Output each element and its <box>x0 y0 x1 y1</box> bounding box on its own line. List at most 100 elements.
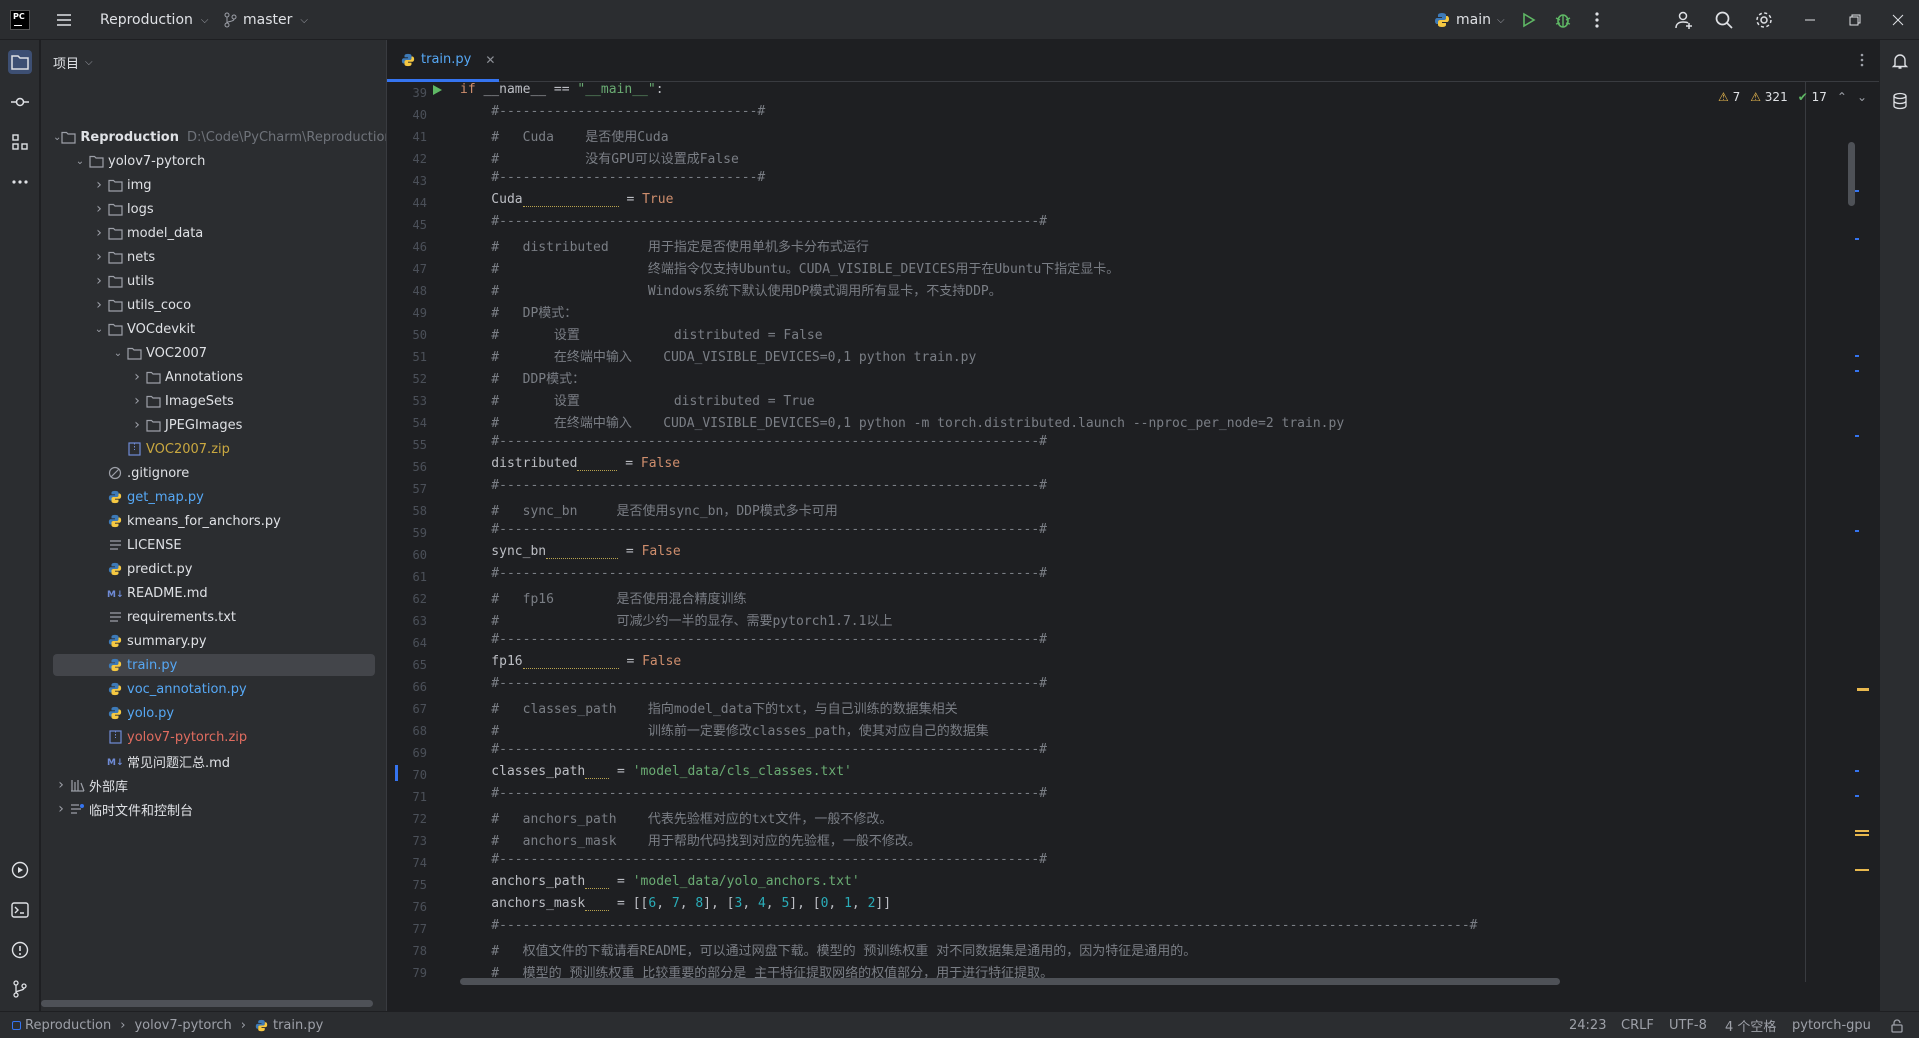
chevron-right-icon[interactable]: › <box>129 393 145 409</box>
tree-item-nets[interactable]: › nets <box>53 246 375 268</box>
main-menu-icon[interactable] <box>54 10 74 30</box>
error-stripe-mark[interactable] <box>1855 190 1859 192</box>
run-icon[interactable] <box>1518 10 1538 30</box>
database-icon[interactable] <box>1891 92 1909 110</box>
chevron-right-icon[interactable]: › <box>91 273 107 289</box>
chevron-right-icon[interactable]: › <box>91 201 107 217</box>
chevron-down-icon[interactable]: ⌄ <box>1857 90 1867 104</box>
project-switcher[interactable]: Reproduction ⌵ <box>100 0 208 40</box>
error-stripe-mark[interactable] <box>1855 530 1859 532</box>
commit-tool-button[interactable] <box>8 90 32 114</box>
editor-vertical-scrollbar[interactable] <box>1848 142 1855 206</box>
breadcrumb-folder[interactable]: yolov7-pytorch <box>134 1018 231 1033</box>
chevron-right-icon[interactable]: › <box>91 225 107 241</box>
tree-item-predict-py[interactable]: predict.py <box>53 558 375 580</box>
tree-item-kmeans-py[interactable]: kmeans_for_anchors.py <box>53 510 375 532</box>
app-logo[interactable]: PC <box>10 10 30 30</box>
error-stripe-mark[interactable] <box>1855 355 1859 357</box>
tree-item-external-libraries[interactable]: › 外部库 <box>53 774 375 796</box>
tree-item-readme[interactable]: M↓ README.md <box>53 582 375 604</box>
code-area[interactable]: if __name__ == "__main__": #------------… <box>460 82 1860 982</box>
tree-item-imagesets[interactable]: › ImageSets <box>53 390 375 412</box>
more-actions-icon[interactable] <box>1587 10 1607 30</box>
project-tree-scrollbar[interactable] <box>41 1000 373 1007</box>
editor-horizontal-scrollbar[interactable] <box>460 978 1560 985</box>
chevron-right-icon[interactable]: › <box>53 801 69 817</box>
inspection-widget[interactable]: ⚠ 7 ⚠ 321 ✔ 17 ⌃ ⌄ <box>1718 90 1867 104</box>
tab-train-py[interactable]: train.py ✕ <box>387 40 499 82</box>
git-tool-button[interactable] <box>8 977 32 1001</box>
close-icon[interactable] <box>1888 10 1908 30</box>
tree-item-summary-py[interactable]: summary.py <box>53 630 375 652</box>
chevron-right-icon[interactable]: › <box>53 777 69 793</box>
tab-close-icon[interactable]: ✕ <box>485 53 495 67</box>
breadcrumb-project[interactable]: Reproduction <box>25 1018 111 1033</box>
structure-tool-button[interactable] <box>8 130 32 154</box>
restore-icon[interactable] <box>1845 10 1865 30</box>
branch-switcher[interactable]: master ⌵ <box>223 0 308 40</box>
tree-item-yolov7-pytorch[interactable]: ⌄ yolov7-pytorch <box>53 150 375 172</box>
tab-more-icon[interactable] <box>1854 52 1870 68</box>
chevron-right-icon[interactable]: › <box>129 417 145 433</box>
tree-item-annotations[interactable]: › Annotations <box>53 366 375 388</box>
search-icon[interactable] <box>1714 10 1734 30</box>
tree-item-requirements[interactable]: requirements.txt <box>53 606 375 628</box>
error-stripe-mark[interactable] <box>1855 435 1859 437</box>
chevron-right-icon[interactable]: › <box>91 177 107 193</box>
notifications-bell-icon[interactable] <box>1891 52 1909 70</box>
tree-item-vocdevkit[interactable]: ⌄ VOCdevkit <box>53 318 375 340</box>
caret-position[interactable]: 24:23 <box>1569 1012 1606 1038</box>
tree-item-voc2007-zip[interactable]: VOC2007.zip <box>53 438 375 460</box>
chevron-right-icon[interactable]: › <box>91 249 107 265</box>
run-config-selector[interactable]: main ⌵ <box>1434 0 1505 40</box>
project-panel-header[interactable]: 项目 ⌵ <box>53 53 93 72</box>
minimize-icon[interactable] <box>1800 10 1820 30</box>
line-separator[interactable]: CRLF <box>1621 1012 1654 1038</box>
tree-item-model-data[interactable]: › model_data <box>53 222 375 244</box>
tree-item-scratches[interactable]: › 临时文件和控制台 <box>53 798 375 820</box>
settings-gear-icon[interactable] <box>1754 10 1774 30</box>
chevron-right-icon[interactable]: › <box>129 369 145 385</box>
chevron-right-icon[interactable]: › <box>91 297 107 313</box>
warning-stripe-mark[interactable] <box>1855 830 1869 832</box>
tree-item-logs[interactable]: › logs <box>53 198 375 220</box>
error-stripe-mark[interactable] <box>1855 238 1859 240</box>
indent-setting[interactable]: 4 个空格 <box>1725 1012 1776 1038</box>
error-stripe-mark[interactable] <box>1855 795 1859 797</box>
tree-item-faq-md[interactable]: M↓ 常见问题汇总.md <box>53 750 375 772</box>
run-gutter-icon[interactable] <box>433 85 442 95</box>
error-stripe-mark[interactable] <box>1855 370 1859 372</box>
project-tool-button[interactable] <box>8 50 32 74</box>
line-number-gutter[interactable]: 39 40 41 42 43 44 45 46 47 48 49 50 51 52 53 54 55 56 57 58… <box>387 82 445 982</box>
lock-icon[interactable] <box>1890 1019 1904 1033</box>
chevron-down-icon[interactable]: ⌄ <box>91 321 107 337</box>
tree-item-jpegimages[interactable]: › JPEGImages <box>53 414 375 436</box>
add-user-icon[interactable] <box>1674 10 1694 30</box>
tree-item-voc-annotation-py[interactable]: voc_annotation.py <box>53 678 375 700</box>
debug-icon[interactable] <box>1553 10 1573 30</box>
tree-item-img[interactable]: › img <box>53 174 375 196</box>
file-encoding[interactable]: UTF-8 <box>1669 1012 1707 1038</box>
chevron-up-icon[interactable]: ⌃ <box>1837 90 1847 104</box>
tree-item-voc2007[interactable]: ⌄ VOC2007 <box>53 342 375 364</box>
warning-stripe-mark[interactable] <box>1857 688 1869 691</box>
python-interpreter[interactable]: pytorch-gpu <box>1792 1012 1871 1038</box>
warning-stripe-mark[interactable] <box>1855 834 1869 836</box>
vcs-change-marker[interactable] <box>395 765 398 781</box>
tree-item-utils[interactable]: › utils <box>53 270 375 292</box>
tree-item-yolov7-zip[interactable]: yolov7-pytorch.zip <box>53 726 375 748</box>
breadcrumb-file[interactable]: train.py <box>273 1018 323 1033</box>
tree-item-gitignore[interactable]: .gitignore <box>53 462 375 484</box>
tree-item-utils-coco[interactable]: › utils_coco <box>53 294 375 316</box>
services-tool-button[interactable] <box>8 858 32 882</box>
more-tools-button[interactable] <box>8 170 32 194</box>
warning-stripe-mark[interactable] <box>1855 869 1869 871</box>
chevron-down-icon[interactable]: ⌄ <box>72 153 88 169</box>
problems-tool-button[interactable] <box>8 938 32 962</box>
chevron-down-icon[interactable]: ⌄ <box>53 129 61 145</box>
terminal-tool-button[interactable] <box>8 898 32 922</box>
tree-item-yolo-py[interactable]: yolo.py <box>53 702 375 724</box>
tree-item-reproduction[interactable]: ⌄ Reproduction D:\Code\PyCharm\Reproductio… <box>53 126 393 148</box>
tree-item-license[interactable]: LICENSE <box>53 534 375 556</box>
tree-item-train-py[interactable]: train.py <box>53 654 375 676</box>
